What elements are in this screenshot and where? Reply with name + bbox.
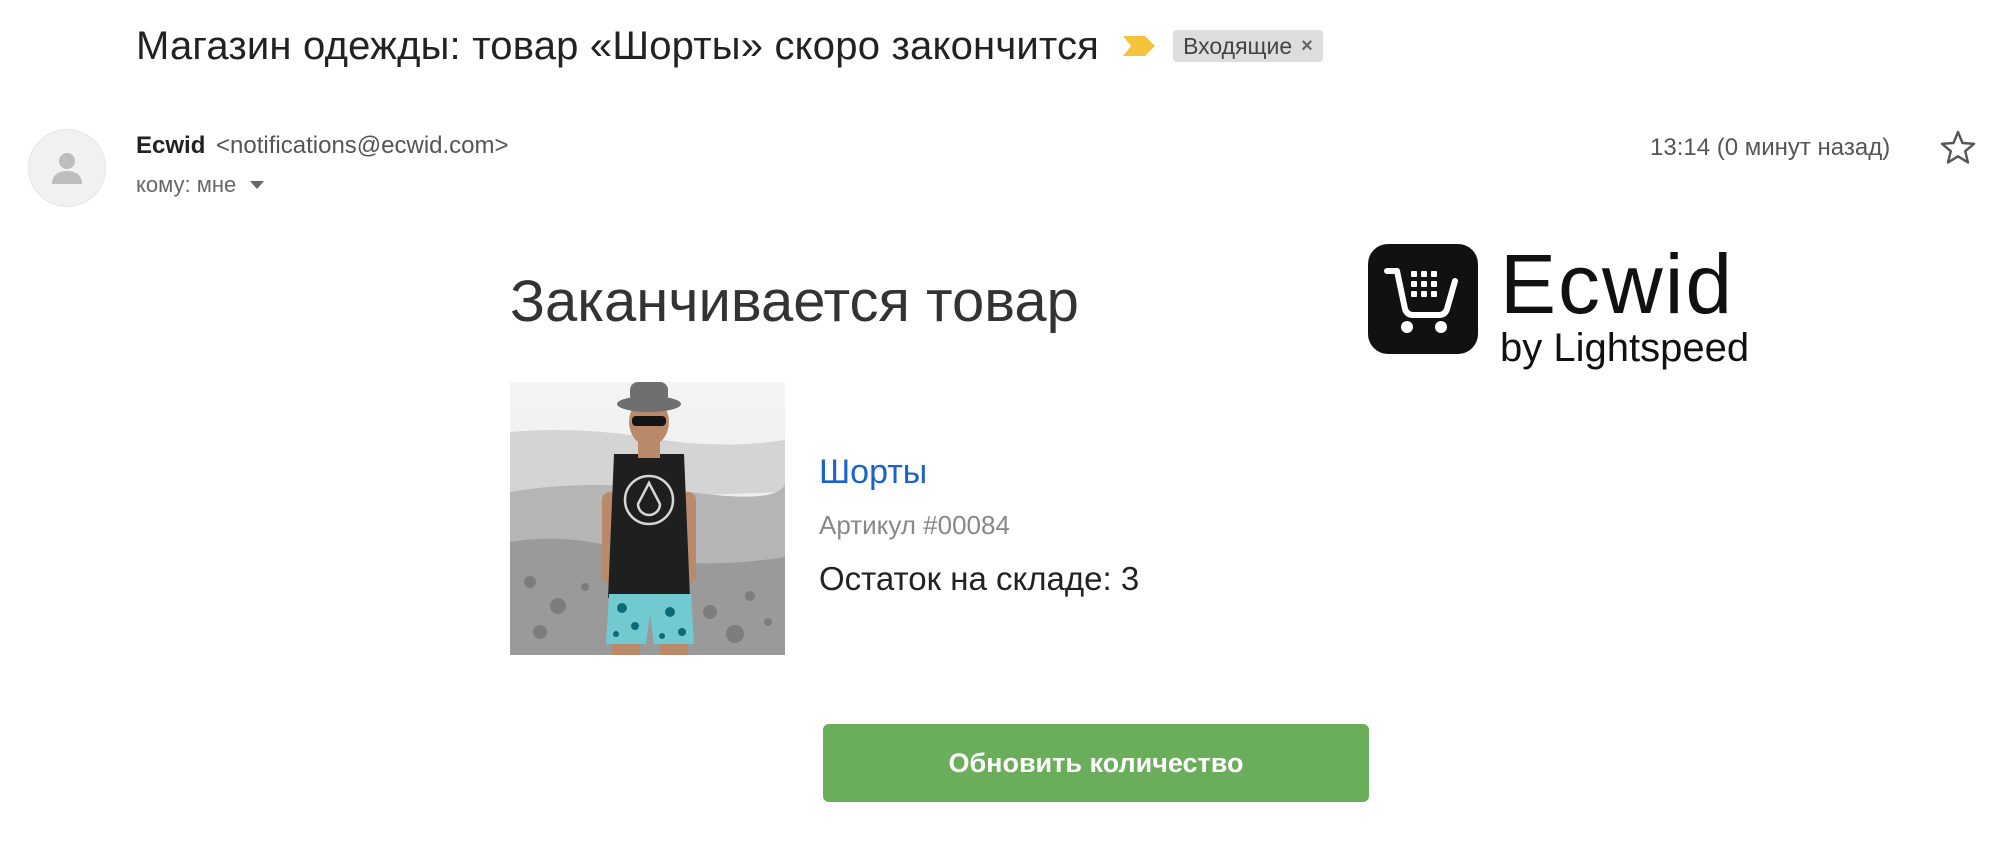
star-icon[interactable] bbox=[1938, 128, 1978, 168]
ecwid-logo-subtitle: by Lightspeed bbox=[1500, 326, 1750, 370]
sender-name[interactable]: Ecwid bbox=[136, 132, 205, 159]
sender-email: <notifications@ecwid.com> bbox=[216, 132, 509, 159]
product-sku: Артикул #00084 bbox=[819, 510, 1010, 540]
sender-line: Ecwid <notifications@ecwid.com> bbox=[136, 132, 509, 160]
importance-marker-icon[interactable] bbox=[1121, 33, 1157, 59]
inbox-label-text: Входящие bbox=[1183, 32, 1293, 59]
dropdown-caret-icon[interactable] bbox=[250, 181, 265, 189]
message-timestamp: 13:14 (0 минут назад) bbox=[1650, 134, 1891, 161]
avatar[interactable] bbox=[28, 129, 106, 207]
remove-label-icon[interactable]: × bbox=[1301, 35, 1313, 58]
ecwid-cart-icon bbox=[1384, 268, 1458, 333]
avatar-person-icon bbox=[52, 153, 82, 184]
product-name-link[interactable]: Шорты bbox=[819, 453, 927, 492]
stock-level: Остаток на складе: 3 bbox=[819, 560, 1140, 597]
inbox-label-chip[interactable]: Входящие × bbox=[1173, 30, 1323, 62]
ecwid-logo-word: Ecwid bbox=[1500, 237, 1735, 331]
email-subject: Магазин одежды: товар «Шорты» скоро зако… bbox=[136, 23, 1100, 68]
subject-row: Магазин одежды: товар «Шорты» скоро зако… bbox=[136, 18, 1323, 74]
ecwid-logo-text: Ecwid by Lightspeed bbox=[1500, 237, 1750, 370]
update-quantity-button[interactable]: Обновить количество bbox=[823, 724, 1369, 802]
ecwid-logo: Ecwid by Lightspeed bbox=[1368, 237, 1750, 370]
ecwid-logo-badge bbox=[1368, 244, 1478, 354]
recipient-dropdown[interactable]: кому: мне bbox=[136, 172, 265, 198]
product-photo[interactable] bbox=[510, 382, 785, 655]
email-title: Заканчивается товар bbox=[510, 269, 1079, 334]
recipient-text: кому: мне bbox=[136, 172, 237, 197]
